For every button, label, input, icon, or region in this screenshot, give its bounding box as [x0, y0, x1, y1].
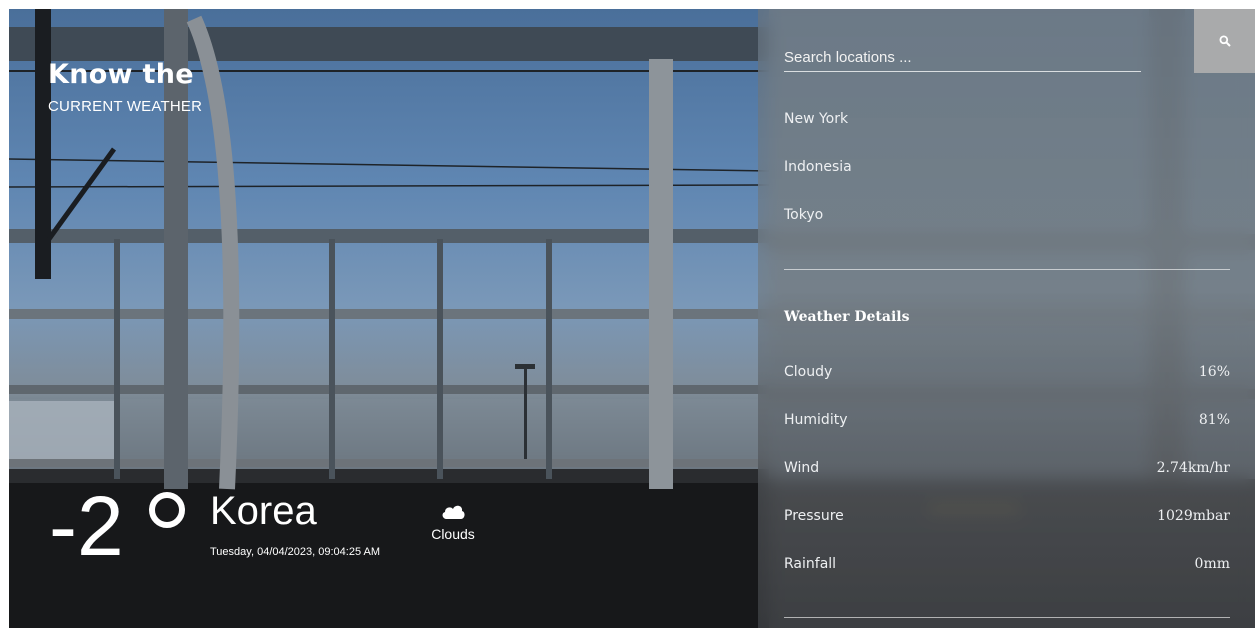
- details-list: Cloudy 16% Humidity 81% Wind 2.74km/hr P…: [784, 364, 1230, 604]
- detail-label: Pressure: [784, 508, 844, 524]
- degree-symbol: [149, 492, 185, 528]
- search-button[interactable]: [1194, 9, 1255, 73]
- detail-value: 2.74km/hr: [1156, 460, 1230, 476]
- detail-row-humidity: Humidity 81%: [784, 412, 1230, 460]
- city-name: Korea: [210, 489, 317, 533]
- brand: Know the CURRENT WEATHER: [48, 59, 202, 115]
- detail-value: 16%: [1198, 364, 1230, 380]
- detail-value: 81%: [1198, 412, 1230, 428]
- weather-app: Know the CURRENT WEATHER -2 Korea Tuesda…: [9, 9, 1255, 628]
- detail-row-cloudy: Cloudy 16%: [784, 364, 1230, 412]
- brand-subtitle: CURRENT WEATHER: [48, 98, 203, 115]
- temperature: -2: [49, 479, 124, 573]
- location-list: New York Indonesia Tokyo: [784, 111, 852, 255]
- detail-value: 1029mbar: [1157, 508, 1230, 524]
- detail-label: Wind: [784, 460, 820, 476]
- detail-row-pressure: Pressure 1029mbar: [784, 508, 1230, 556]
- detail-label: Cloudy: [784, 364, 833, 380]
- search-input[interactable]: [784, 44, 1141, 72]
- location-item[interactable]: New York: [784, 111, 852, 159]
- city-block: Korea Tuesday, 04/04/2023, 09:04:25 AM: [210, 489, 380, 558]
- details-title: Weather Details: [784, 309, 910, 325]
- detail-label: Rainfall: [784, 556, 837, 572]
- side-panel: New York Indonesia Tokyo Weather Details…: [758, 9, 1255, 628]
- detail-label: Humidity: [784, 412, 848, 428]
- divider: [784, 617, 1230, 618]
- condition-label: Clouds: [431, 526, 475, 542]
- search-icon: [1219, 35, 1231, 47]
- detail-row-rainfall: Rainfall 0mm: [784, 556, 1230, 604]
- detail-value: 0mm: [1194, 556, 1230, 572]
- divider: [784, 269, 1230, 270]
- detail-row-wind: Wind 2.74km/hr: [784, 460, 1230, 508]
- location-item[interactable]: Indonesia: [784, 159, 852, 207]
- brand-title: Know the: [48, 59, 194, 90]
- cloud-icon: [442, 505, 465, 519]
- condition: Clouds: [429, 502, 477, 542]
- date-time: Tuesday, 04/04/2023, 09:04:25 AM: [210, 546, 381, 558]
- location-item[interactable]: Tokyo: [784, 207, 852, 255]
